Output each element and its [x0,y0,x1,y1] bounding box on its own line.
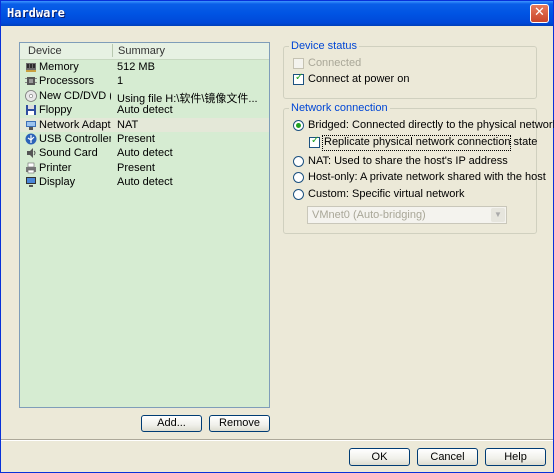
device-name: Display [39,176,76,189]
nat-label: NAT: Used to share the host's IP address [308,155,508,167]
cancel-button[interactable]: Cancel [417,448,478,466]
device-summary: Auto detect [117,176,173,189]
dialog-body: Device Summary Memory 512 MB Processors … [1,26,554,472]
close-button[interactable]: ✕ [530,4,549,23]
device-summary: 512 MB [117,61,155,73]
device-name: Memory [39,61,79,73]
title-bar[interactable]: Hardware ✕ [1,1,553,26]
device-status-label: Device status [289,40,360,52]
column-summary[interactable]: Summary [118,45,165,57]
device-row-printer[interactable]: Printer Present [20,161,269,175]
device-name: USB Controller [39,132,111,145]
radio-button [293,172,304,183]
radio-button [293,120,304,131]
device-summary: Auto detect [117,104,173,117]
device-row-network-adapter[interactable]: Network Adapter NAT [20,117,269,132]
network-adapter-icon [26,120,36,130]
device-row-floppy[interactable]: Floppy Auto detect [20,103,269,117]
checkbox-box: ✓ [309,135,320,148]
focus-rectangle [322,135,511,151]
remove-button[interactable]: Remove [209,415,270,432]
device-name: Processors [39,75,95,88]
radio-selected-dot [296,123,301,128]
close-icon: ✕ [534,5,545,20]
floppy-icon [26,105,36,116]
device-row-cd-dvd[interactable]: New CD/DVD (... Using file H:\软件\镜像文件... [20,89,269,105]
vmnet-select[interactable]: VMnet0 (Auto-bridging) ▼ [307,206,507,224]
memory-icon [26,63,36,72]
device-summary: NAT [117,118,139,131]
device-status-group: Device status Connected ✓ Connect at pow… [283,40,537,99]
usb-icon [25,133,37,145]
vmnet-select-value: VMnet0 (Auto-bridging) [312,209,426,221]
column-separator [112,44,113,57]
display-icon [26,177,36,188]
device-name: Printer [39,161,72,174]
custom-label: Custom: Specific virtual network [308,188,465,200]
device-summary: Auto detect [117,147,173,160]
device-summary: 1 [117,75,124,88]
check-icon: ✓ [295,72,304,83]
device-list-header: Device Summary [20,43,269,60]
checkbox-box [293,58,304,69]
host-only-label: Host-only: A private network shared with… [308,171,546,183]
device-name: Floppy [39,104,73,117]
chevron-down-icon[interactable]: ▼ [491,208,505,222]
sound-card-icon [27,148,36,159]
device-summary: Present [117,161,155,174]
bridged-label: Bridged: Connected directly to the physi… [308,119,554,131]
device-summary: Present [117,132,155,145]
add-button[interactable]: Add... [141,415,202,432]
connect-at-power-on-label: Connect at power on [308,73,410,85]
radio-button [293,189,304,200]
device-row-usb-controller[interactable]: USB Controller Present [20,132,269,146]
radio-button [293,156,304,167]
window-title: Hardware [7,6,65,20]
processor-icon [25,77,37,86]
device-row-processors[interactable]: Processors 1 [20,74,269,88]
device-row-display[interactable]: Display Auto detect [20,175,269,189]
check-icon: ✓ [311,135,320,146]
device-name: Network Adapter [39,118,111,131]
column-device[interactable]: Device [28,45,62,57]
hardware-dialog: Hardware ✕ Device Summary Memory 512 MB … [0,0,554,473]
footer-divider-highlight [1,440,553,441]
printer-icon [26,162,36,174]
ok-button[interactable]: OK [349,448,410,466]
help-button[interactable]: Help [485,448,546,466]
connected-label: Connected [308,57,362,69]
device-row-memory[interactable]: Memory 512 MB [20,60,269,74]
device-name: New CD/DVD (... [39,89,111,102]
network-connection-label: Network connection [289,102,390,114]
cd-dvd-icon [25,89,37,102]
device-row-sound-card[interactable]: Sound Card Auto detect [20,146,269,160]
checkbox-box: ✓ [293,72,304,85]
device-name: Sound Card [39,147,98,160]
device-list[interactable]: Device Summary Memory 512 MB Processors … [19,42,270,408]
